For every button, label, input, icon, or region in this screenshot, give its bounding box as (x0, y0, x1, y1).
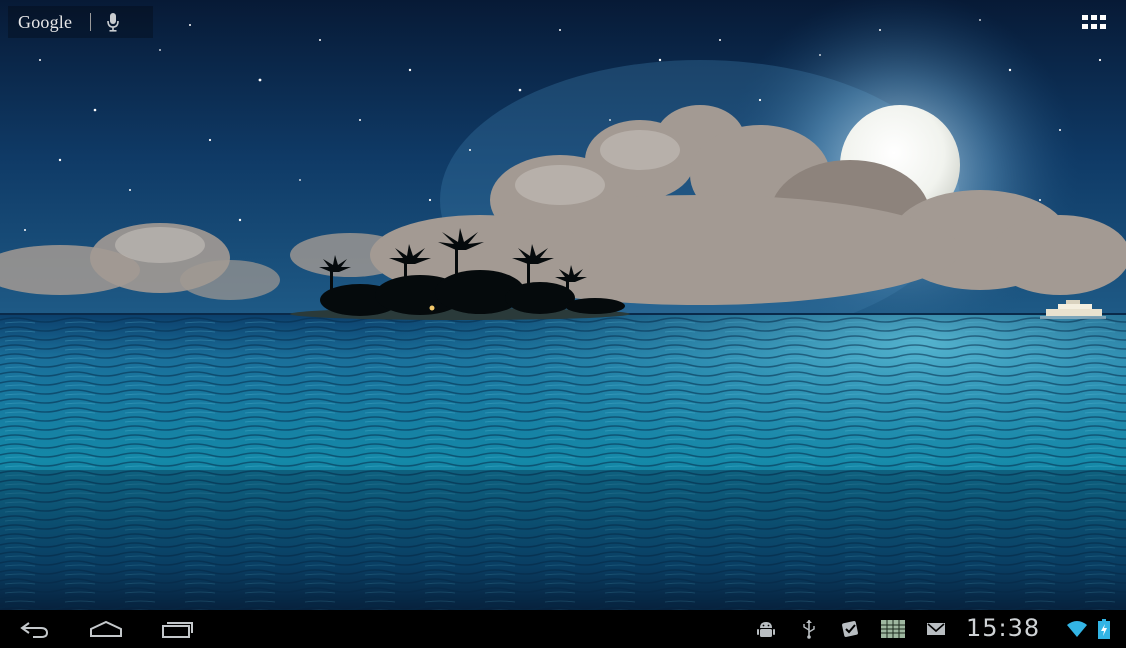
usb-icon[interactable] (800, 619, 818, 639)
system-bar: 15:38 (0, 610, 1126, 648)
google-search-label[interactable]: Google (18, 12, 72, 33)
screenshot-icon[interactable] (879, 619, 907, 639)
status-clock[interactable]: 15:38 (966, 614, 1040, 642)
battery-charging-icon[interactable] (1097, 619, 1111, 639)
all-apps-grid-icon[interactable] (1080, 12, 1108, 34)
gmail-icon[interactable] (925, 619, 947, 639)
home-screen: Google 15:38 (0, 0, 1126, 648)
android-debug-icon[interactable] (756, 619, 776, 639)
search-divider (90, 13, 92, 31)
back-arrow-icon[interactable] (15, 616, 55, 642)
wifi-icon[interactable] (1065, 619, 1089, 639)
microphone-icon[interactable] (105, 11, 121, 33)
download-done-icon[interactable] (840, 619, 862, 639)
google-search-bar[interactable]: Google (8, 6, 153, 38)
recent-apps-icon[interactable] (157, 616, 197, 642)
wallpaper (0, 0, 1126, 610)
home-icon[interactable] (86, 616, 126, 642)
